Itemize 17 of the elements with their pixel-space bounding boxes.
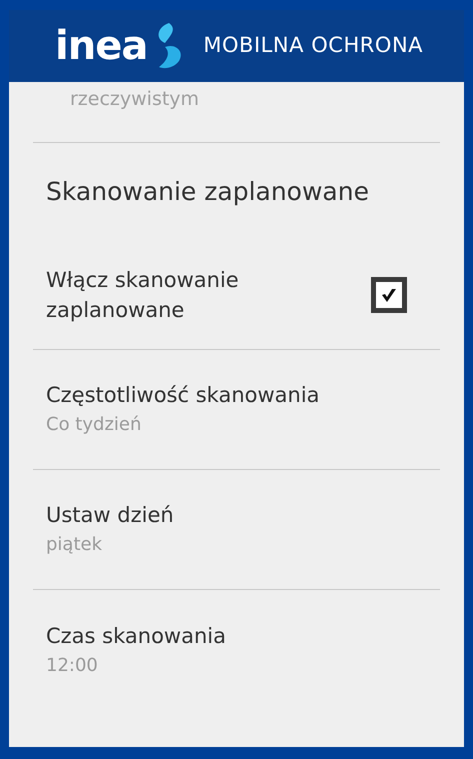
preference-title: Częstotliwość skanowania	[46, 382, 321, 408]
section-title: Skanowanie zaplanowane	[46, 176, 369, 208]
preference-row[interactable]: Częstotliwość skanowania Co tydzień	[33, 350, 440, 470]
preference-title: Włącz skanowanie zaplanowane	[46, 266, 240, 324]
check-icon	[381, 286, 397, 302]
preference-summary: 12:00	[46, 654, 99, 678]
preference-title: Ustaw dzień	[46, 502, 175, 528]
preference-summary: piątek	[46, 534, 104, 557]
preference-title: Czas skanowania	[46, 622, 227, 649]
checkbox[interactable]	[371, 276, 407, 312]
preference-summary: Co tydzień	[46, 414, 142, 437]
preference-row[interactable]: Włącz skanowanie zaplanowane	[33, 240, 440, 350]
app-title: MOBILNA OCHRONA	[203, 32, 424, 60]
logo-text: inea	[55, 26, 148, 66]
preference-row[interactable]: Czas skanowania 12:00	[33, 590, 440, 710]
preference-row[interactable]: Ustaw dzień piątek	[33, 470, 440, 590]
preference-summary: rzeczywistym	[70, 90, 200, 109]
